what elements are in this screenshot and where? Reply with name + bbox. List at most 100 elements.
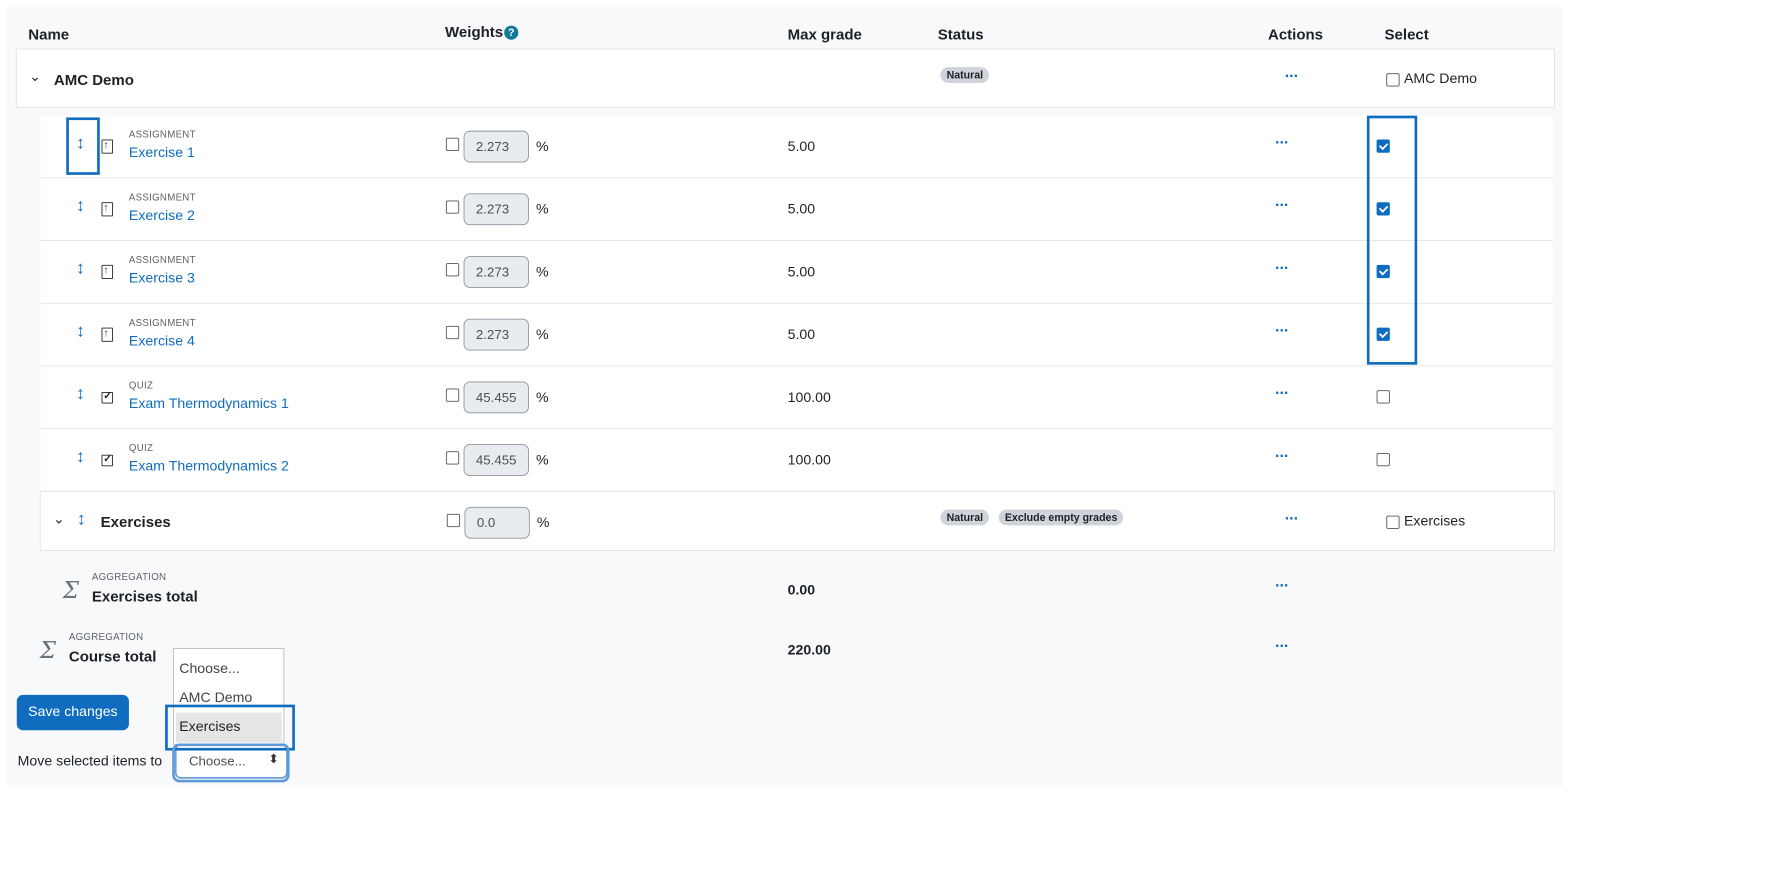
actions-menu-icon[interactable]: ··· xyxy=(1275,321,1289,340)
max-grade: 5.00 xyxy=(787,327,816,343)
select-checkbox-amc-demo[interactable] xyxy=(1386,73,1400,87)
aggregation-type: AGGREGATION xyxy=(91,572,167,583)
collapse-chevron-icon[interactable]: ⌄ xyxy=(53,510,65,528)
move-handle-icon[interactable]: ↕ xyxy=(76,384,85,404)
actions-menu-icon[interactable]: ··· xyxy=(1275,196,1289,215)
weight-override-checkbox[interactable] xyxy=(445,388,460,402)
actions-menu-icon[interactable]: ··· xyxy=(1285,67,1299,86)
actions-menu-icon[interactable]: ··· xyxy=(1275,637,1289,656)
weight-override-checkbox[interactable] xyxy=(445,263,460,277)
exercises-total-name: Exercises total xyxy=(91,588,198,605)
sigma-icon: Σ xyxy=(39,637,56,665)
dropdown-option[interactable]: Choose... xyxy=(179,661,239,677)
weight-override-checkbox[interactable] xyxy=(445,325,460,340)
grade-item-row: ↕ ASSIGNMENT Exercise 3 2.273 % 5.00 ··· xyxy=(40,241,1554,304)
quiz-icon xyxy=(101,389,114,404)
move-handle-icon[interactable]: ↕ xyxy=(76,321,85,341)
actions-menu-icon[interactable]: ··· xyxy=(1275,259,1289,278)
exercises-total-max: 0.00 xyxy=(787,582,816,598)
sigma-icon: Σ xyxy=(62,577,79,604)
max-grade: 100.00 xyxy=(787,390,831,406)
percent-sign: % xyxy=(535,202,549,218)
grade-item-row: ↕ ASSIGNMENT Exercise 2 2.273 % 5.00 ··· xyxy=(40,178,1554,242)
select-label-amc-demo: AMC Demo xyxy=(1403,71,1477,87)
highlight-move-handle xyxy=(66,117,100,175)
highlight-select-checkboxes xyxy=(1366,115,1418,365)
item-type: ASSIGNMENT xyxy=(128,129,196,141)
weight-override-checkbox[interactable] xyxy=(445,451,460,465)
actions-menu-icon[interactable]: ··· xyxy=(1275,384,1289,403)
weight-override-checkbox[interactable] xyxy=(445,200,460,214)
assignment-icon xyxy=(101,201,114,217)
item-type: ASSIGNMENT xyxy=(128,255,196,266)
weight-input[interactable]: 2.273 xyxy=(463,256,529,288)
item-link[interactable]: Exercise 2 xyxy=(129,208,195,224)
move-handle-icon[interactable]: ↕ xyxy=(76,447,85,467)
header-name: Name xyxy=(28,26,70,44)
weight-override-checkbox[interactable] xyxy=(445,137,460,151)
item-link[interactable]: Exercise 3 xyxy=(129,271,195,287)
item-type: QUIZ xyxy=(128,443,154,454)
item-link[interactable]: Exam Thermodynamics 1 xyxy=(129,396,289,412)
grade-item-row: ↕ QUIZ Exam Thermodynamics 1 45.455 % 10… xyxy=(40,366,1554,430)
weight-input[interactable]: 2.273 xyxy=(463,318,529,351)
actions-menu-icon[interactable]: ··· xyxy=(1275,133,1289,152)
weight-input[interactable]: 2.273 xyxy=(463,193,529,226)
actions-menu-icon[interactable]: ··· xyxy=(1275,447,1289,466)
category-name: AMC Demo xyxy=(53,71,134,89)
select-checkbox[interactable] xyxy=(1376,452,1390,467)
weight-input[interactable]: 45.455 xyxy=(463,381,529,414)
save-changes-button[interactable]: Save changes xyxy=(16,694,129,731)
status-badge-natural: Natural xyxy=(940,509,990,526)
header-max-grade: Max grade xyxy=(787,26,862,44)
header-actions: Actions xyxy=(1267,26,1324,44)
item-link[interactable]: Exam Thermodynamics 2 xyxy=(129,459,289,475)
actions-menu-icon[interactable]: ··· xyxy=(1275,577,1289,596)
aggregation-type: AGGREGATION xyxy=(68,632,144,643)
course-total-max: 220.00 xyxy=(787,642,831,658)
category-name: Exercises xyxy=(100,513,171,531)
percent-sign: % xyxy=(535,139,549,155)
weight-input[interactable]: 2.273 xyxy=(463,130,529,163)
category-row-amc-demo: ⌄ AMC Demo Natural ··· AMC Demo xyxy=(15,48,1555,108)
max-grade: 5.00 xyxy=(787,264,816,280)
percent-sign: % xyxy=(535,264,549,280)
percent-sign: % xyxy=(535,390,549,406)
weight-override-checkbox[interactable] xyxy=(446,513,461,528)
select-label-exercises: Exercises xyxy=(1403,513,1466,529)
header-weights: Weights xyxy=(445,23,504,41)
assignment-icon xyxy=(101,327,114,342)
highlight-move-select xyxy=(172,743,290,783)
grade-item-row: ↕ ASSIGNMENT Exercise 4 2.273 % 5.00 ··· xyxy=(40,303,1554,367)
max-grade: 5.00 xyxy=(787,202,816,218)
move-selected-label: Move selected items to xyxy=(17,754,163,770)
move-handle-icon[interactable]: ↕ xyxy=(76,259,85,279)
assignment-icon xyxy=(101,139,114,154)
assignment-icon xyxy=(101,264,114,280)
actions-menu-icon[interactable]: ··· xyxy=(1285,509,1299,528)
item-link[interactable]: Exercise 1 xyxy=(129,146,195,162)
item-type: QUIZ xyxy=(128,380,154,392)
status-badge-exclude-empty: Exclude empty grades xyxy=(998,509,1124,526)
help-icon[interactable]: ? xyxy=(504,25,519,40)
select-checkbox-exercises[interactable] xyxy=(1386,515,1400,529)
percent-sign: % xyxy=(535,327,549,343)
max-grade: 5.00 xyxy=(787,139,816,155)
header-select: Select xyxy=(1384,26,1429,44)
percent-sign: % xyxy=(535,452,549,468)
percent-sign: % xyxy=(536,515,550,531)
status-badge-natural: Natural xyxy=(940,67,990,84)
move-handle-icon[interactable]: ↕ xyxy=(76,196,85,216)
select-checkbox[interactable] xyxy=(1376,390,1390,404)
item-type: ASSIGNMENT xyxy=(128,317,196,329)
collapse-chevron-icon[interactable]: ⌄ xyxy=(29,68,41,86)
grade-item-row: ↕ QUIZ Exam Thermodynamics 2 45.455 % 10… xyxy=(40,429,1554,492)
item-link[interactable]: Exercise 4 xyxy=(129,334,195,350)
gradebook-setup-panel: Name Weights ? Max grade Status Actions … xyxy=(7,7,1563,787)
category-row-exercises: ⌄ ↕ Exercises 0.0 % Natural Exclude empt… xyxy=(39,490,1555,551)
item-type: ASSIGNMENT xyxy=(128,192,196,204)
weight-input[interactable]: 45.455 xyxy=(463,444,529,476)
weight-input[interactable]: 0.0 xyxy=(464,506,530,539)
move-handle-icon[interactable]: ↕ xyxy=(77,509,86,529)
course-total-name: Course total xyxy=(68,648,157,665)
